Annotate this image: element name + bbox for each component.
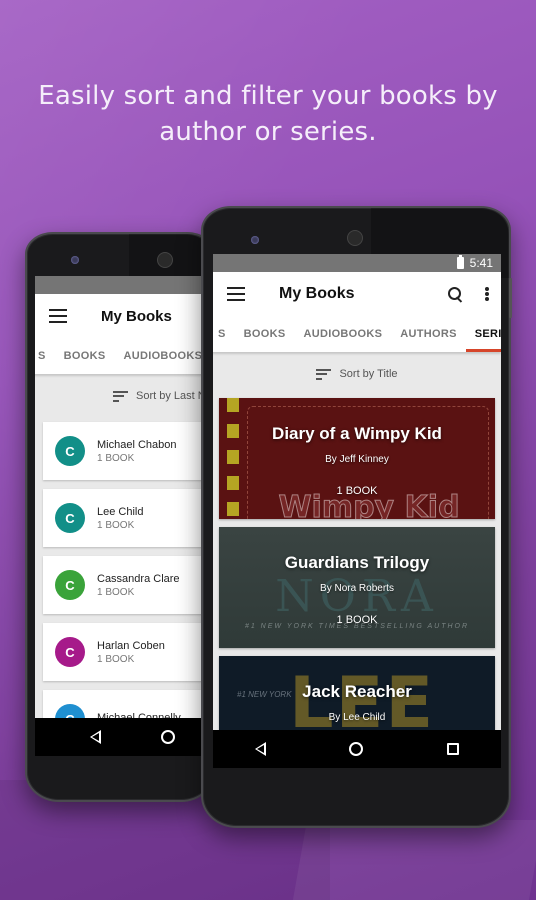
series-list: Wimpy Kid Diary of a Wimpy Kid By Jeff K…	[213, 398, 501, 768]
search-icon[interactable]	[448, 286, 463, 302]
author-card[interactable]: C Lee Child 1 BOOK	[43, 489, 207, 547]
tab-audiobooks[interactable]: AUDIOBOOKS	[114, 338, 211, 374]
author-card[interactable]: C Michael Chabon 1 BOOK	[43, 422, 207, 480]
author-book-count: 1 BOOK	[97, 586, 135, 598]
front-camera	[251, 236, 259, 244]
series-title: Diary of a Wimpy Kid	[272, 424, 442, 443]
author-book-count: 1 BOOK	[97, 452, 135, 464]
tab-bar: S BOOKS AUDIOBOOKS A	[35, 338, 215, 374]
navigation-bar	[213, 730, 501, 768]
series-card[interactable]: Wimpy Kid Diary of a Wimpy Kid By Jeff K…	[219, 398, 495, 519]
back-phone-screen: My Books S BOOKS AUDIOBOOKS A Sort by La…	[35, 276, 215, 756]
headline-line-1: Easily sort and filter your books by	[38, 81, 498, 111]
navigation-bar	[35, 718, 215, 756]
back-nav-icon[interactable]	[254, 742, 266, 756]
tab-books[interactable]: BOOKS	[55, 338, 115, 374]
sort-label: Sort by Title	[339, 368, 398, 380]
author-avatar: C	[55, 570, 85, 600]
sort-control[interactable]: Sort by Last N	[35, 374, 215, 418]
background-facet	[292, 820, 536, 900]
author-list: C Michael Chabon 1 BOOK C Lee Child 1 BO…	[35, 422, 215, 748]
author-avatar: C	[55, 637, 85, 667]
status-time: 5:41	[469, 256, 493, 270]
more-options-icon[interactable]	[485, 287, 489, 301]
app-bar: My Books	[213, 272, 501, 316]
tab-books[interactable]: BOOKS	[235, 316, 295, 352]
sort-icon	[316, 368, 332, 380]
tab-bar: S BOOKS AUDIOBOOKS AUTHORS SERIES	[213, 316, 501, 352]
sort-icon	[113, 390, 128, 402]
front-camera	[71, 256, 79, 264]
series-author: By Jeff Kinney	[325, 454, 389, 465]
tab-series[interactable]: SERIES	[465, 316, 501, 352]
headline-line-2: author or series.	[159, 117, 377, 147]
author-name: Cassandra Clare	[97, 572, 180, 585]
author-avatar: C	[55, 436, 85, 466]
home-nav-icon[interactable]	[349, 742, 364, 756]
series-author: By Lee Child	[328, 712, 386, 723]
front-phone-screen: 5:41 My Books S BOOKS AUDIOBOOKS AUTHORS…	[213, 254, 501, 768]
series-title: Guardians Trilogy	[284, 553, 430, 572]
author-name: Michael Chabon	[97, 438, 177, 451]
sort-control[interactable]: Sort by Title	[213, 352, 501, 396]
status-bar	[35, 276, 215, 294]
tab-audiobooks[interactable]: AUDIOBOOKS	[294, 316, 391, 352]
app-title: My Books	[101, 307, 172, 325]
author-card[interactable]: C Cassandra Clare 1 BOOK	[43, 556, 207, 614]
promo-headline: Easily sort and filter your books by aut…	[0, 78, 536, 150]
author-book-count: 1 BOOK	[97, 519, 135, 531]
earpiece-speaker	[347, 230, 363, 246]
series-author: By Nora Roberts	[320, 583, 394, 594]
series-title: Jack Reacher	[302, 682, 412, 701]
tab-partial[interactable]: S	[35, 338, 55, 374]
tab-authors[interactable]: AUTHORS	[391, 316, 466, 352]
tab-partial[interactable]: S	[213, 316, 235, 352]
side-button	[509, 278, 512, 318]
hamburger-menu-icon[interactable]	[49, 309, 67, 323]
author-name: Harlan Coben	[97, 639, 165, 652]
author-card[interactable]: C Harlan Coben 1 BOOK	[43, 623, 207, 681]
home-nav-icon[interactable]	[161, 730, 175, 744]
sort-label: Sort by Last N	[136, 390, 206, 402]
back-phone: My Books S BOOKS AUDIOBOOKS A Sort by La…	[25, 232, 215, 802]
front-phone: 5:41 My Books S BOOKS AUDIOBOOKS AUTHORS…	[201, 206, 512, 828]
status-bar: 5:41	[213, 254, 501, 272]
back-nav-icon[interactable]	[90, 730, 101, 744]
earpiece-speaker	[157, 252, 173, 268]
battery-charging-icon	[456, 255, 464, 269]
recents-nav-icon[interactable]	[447, 743, 460, 755]
author-avatar: C	[55, 503, 85, 533]
series-card[interactable]: NORA #1 NEW YORK TIMES BESTSELLING AUTHO…	[219, 527, 495, 648]
series-book-count: 1 BOOK	[336, 614, 378, 626]
hamburger-menu-icon[interactable]	[227, 287, 245, 301]
author-book-count: 1 BOOK	[97, 653, 135, 665]
author-name: Lee Child	[97, 505, 144, 518]
app-title: My Books	[279, 285, 355, 302]
app-bar: My Books	[35, 294, 215, 338]
series-book-count: 1 BOOK	[336, 485, 378, 497]
